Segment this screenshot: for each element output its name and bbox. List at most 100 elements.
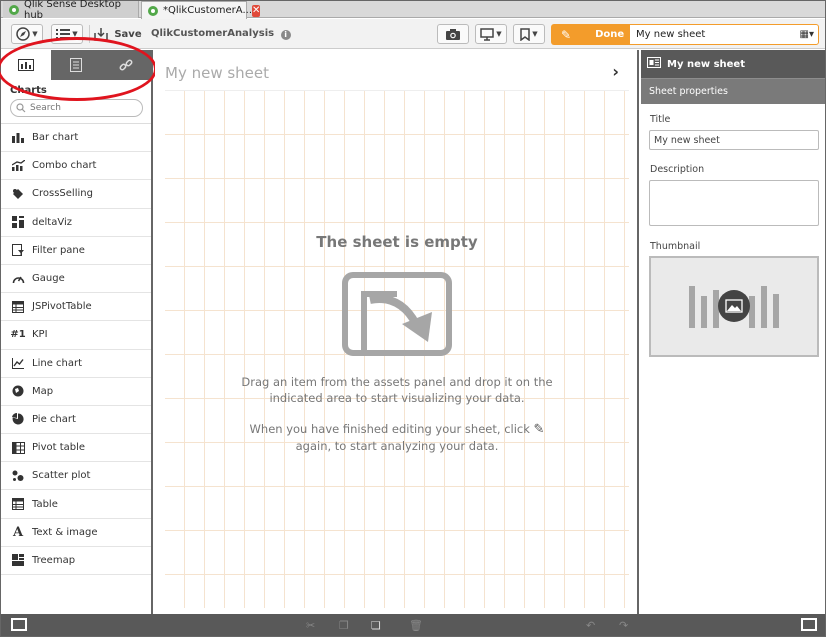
chart-item-deltaviz[interactable]: deltaViz	[1, 209, 151, 237]
chart-item-label: Bar chart	[32, 132, 79, 144]
page-title: My new sheet	[165, 64, 270, 82]
chart-item-table[interactable]: Table	[1, 490, 151, 519]
description-field[interactable]	[649, 180, 819, 226]
chart-item-scatter-plot[interactable]: Scatter plot	[1, 462, 151, 491]
assets-tabs	[1, 50, 151, 80]
chart-item-map[interactable]: Map	[1, 378, 151, 406]
bar-chart-icon	[11, 131, 25, 145]
empty-sheet-hint-text-2: again, to start analyzing your data.	[295, 439, 499, 453]
bookmark-icon	[520, 27, 531, 41]
info-icon[interactable]: i	[280, 30, 291, 40]
browser-tab-strip: Qlik Sense Desktop hub *QlikCustomerA...…	[1, 0, 825, 21]
kpi-icon: #1	[10, 329, 26, 341]
extension-icon	[11, 187, 25, 201]
sheets-grid-icon: ▦▾	[799, 29, 814, 40]
app-toolbar: ▼ ▼ Save QlikCustomerAnalysis i ▼ ▼ ✎ Do…	[1, 19, 825, 49]
camera-icon	[446, 28, 460, 40]
chart-item-jspivottable[interactable]: JSPivotTable	[1, 293, 151, 322]
story-button[interactable]: ▼	[475, 24, 507, 44]
qlik-logo-icon	[9, 4, 19, 15]
sheet-properties-section[interactable]: Sheet properties	[641, 78, 825, 104]
chart-item-pie-chart[interactable]: Pie chart	[1, 406, 151, 435]
navigation-menu-button[interactable]: ▼	[11, 24, 43, 44]
cut-icon[interactable]: ✂	[306, 619, 315, 632]
empty-sheet-hint-text: When you have finished editing your shee…	[249, 422, 530, 436]
empty-sheet-title: The sheet is empty	[316, 233, 478, 251]
tab-charts[interactable]	[1, 50, 51, 80]
filter-pane-icon	[11, 243, 25, 257]
chart-item-kpi[interactable]: #1 KPI	[1, 321, 151, 350]
chart-item-label: Filter pane	[32, 244, 85, 256]
paste-icon[interactable]: ❏	[371, 619, 381, 632]
redo-icon[interactable]: ↷	[619, 619, 628, 632]
snapshot-button[interactable]	[437, 24, 469, 44]
charts-icon	[18, 59, 34, 71]
chart-item-filter-pane[interactable]: Filter pane	[1, 237, 151, 265]
sheet-selector[interactable]: My new sheet ▦▾	[629, 24, 819, 45]
global-menu-button[interactable]: ▼	[51, 24, 83, 44]
delete-icon[interactable]: 🗑	[409, 619, 423, 632]
compass-icon	[16, 27, 31, 41]
list-menu-icon	[56, 29, 71, 39]
empty-sheet-message: Drag an item from the assets panel and d…	[241, 375, 553, 405]
gauge-icon	[11, 272, 25, 286]
thumbnail-bars-icon	[689, 286, 779, 328]
chevron-down-icon: ▼	[72, 30, 78, 38]
search-input[interactable]	[30, 103, 130, 113]
search-icon	[16, 103, 26, 113]
tab-fields[interactable]	[101, 50, 151, 80]
scatter-plot-icon	[11, 469, 25, 483]
chart-item-label: Map	[32, 385, 54, 397]
chart-item-pivot-table[interactable]: Pivot table	[1, 434, 151, 463]
chart-list: Bar chart Combo chart CrossSelling delta…	[1, 123, 151, 575]
thumbnail-label: Thumbnail	[650, 241, 701, 252]
chevron-down-icon: ▼	[496, 30, 502, 38]
done-button[interactable]: ✎ Done	[551, 24, 629, 45]
chart-item-label: Scatter plot	[32, 470, 91, 482]
chart-item-combo-chart[interactable]: Combo chart	[1, 152, 151, 181]
presentation-icon	[480, 28, 495, 41]
tab-app-label: *QlikCustomerA...	[163, 5, 252, 16]
chart-item-bar-chart[interactable]: Bar chart	[1, 124, 151, 153]
chart-item-gauge[interactable]: Gauge	[1, 265, 151, 294]
pencil-icon: ✎	[561, 27, 572, 42]
chart-item-treemap[interactable]: Treemap	[1, 547, 151, 575]
chevron-right-icon[interactable]: ›	[612, 62, 619, 81]
toggle-assets-panel-button[interactable]	[11, 618, 27, 631]
chart-search[interactable]	[10, 99, 143, 117]
bookmark-button[interactable]: ▼	[513, 24, 545, 44]
copy-icon[interactable]: ❐	[339, 619, 349, 632]
undo-icon[interactable]: ↶	[586, 619, 595, 632]
chart-item-label: JSPivotTable	[32, 301, 92, 313]
close-icon[interactable]: ✕	[252, 4, 261, 17]
pivot-table-icon	[11, 441, 25, 455]
drag-drop-icon	[342, 272, 452, 356]
pie-chart-icon	[11, 412, 25, 426]
chevron-down-icon: ▼	[532, 30, 538, 38]
tab-app[interactable]: *QlikCustomerA... ✕	[141, 1, 261, 19]
chart-item-label: Treemap	[32, 554, 76, 566]
sheet-canvas[interactable]: My new sheet › The sheet is empty Drag a…	[155, 50, 639, 614]
qlik-logo-icon	[148, 5, 158, 16]
treemap-icon	[11, 553, 25, 567]
title-field[interactable]	[649, 130, 819, 150]
chart-item-text-image[interactable]: A Text & image	[1, 519, 151, 547]
toolbar-divider	[89, 25, 90, 43]
tab-hub[interactable]: Qlik Sense Desktop hub	[3, 0, 139, 21]
properties-header-label: My new sheet	[667, 58, 745, 70]
chart-item-label: Combo chart	[32, 160, 97, 172]
chart-item-crossselling[interactable]: CrossSelling	[1, 180, 151, 209]
description-label: Description	[650, 164, 705, 175]
toggle-properties-panel-button[interactable]	[801, 618, 817, 631]
thumbnail-picker[interactable]	[649, 256, 819, 357]
assets-panel-title: Charts	[10, 85, 47, 96]
save-button[interactable]: Save	[93, 24, 143, 44]
chart-item-label: Gauge	[32, 273, 65, 285]
map-icon	[11, 384, 25, 398]
tab-master-items[interactable]	[51, 50, 101, 80]
chart-item-line-chart[interactable]: Line chart	[1, 350, 151, 378]
sheet-selector-label: My new sheet	[636, 29, 706, 40]
table-icon	[11, 300, 25, 314]
chart-item-label: Pivot table	[32, 442, 86, 454]
grid-extension-icon	[11, 215, 25, 229]
